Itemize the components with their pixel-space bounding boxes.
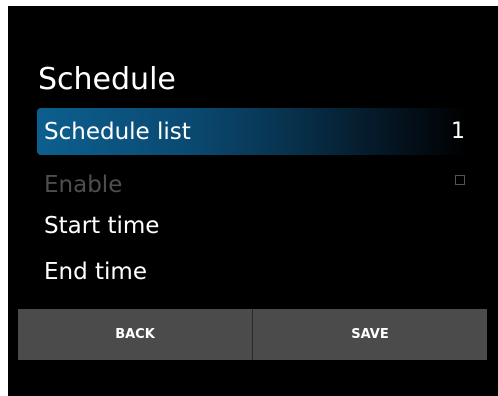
schedule-list-label: Schedule list bbox=[44, 118, 191, 145]
start-time-label: Start time bbox=[44, 213, 160, 239]
enable-row: Enable bbox=[37, 162, 467, 208]
page-title: Schedule bbox=[38, 62, 176, 97]
schedule-list-row[interactable]: Schedule list 1 bbox=[37, 108, 467, 155]
enable-label: Enable bbox=[44, 172, 123, 198]
button-bar: BACK SAVE bbox=[18, 309, 487, 360]
schedule-list-value: 1 bbox=[451, 119, 465, 144]
back-button[interactable]: BACK bbox=[18, 309, 252, 360]
enable-checkbox bbox=[455, 175, 465, 185]
schedule-screen: Schedule Schedule list 1 Enable Start ti… bbox=[8, 6, 498, 396]
save-button[interactable]: SAVE bbox=[252, 309, 487, 360]
end-time-label: End time bbox=[44, 259, 147, 285]
end-time-row[interactable]: End time bbox=[37, 249, 467, 295]
start-time-row[interactable]: Start time bbox=[37, 203, 467, 249]
